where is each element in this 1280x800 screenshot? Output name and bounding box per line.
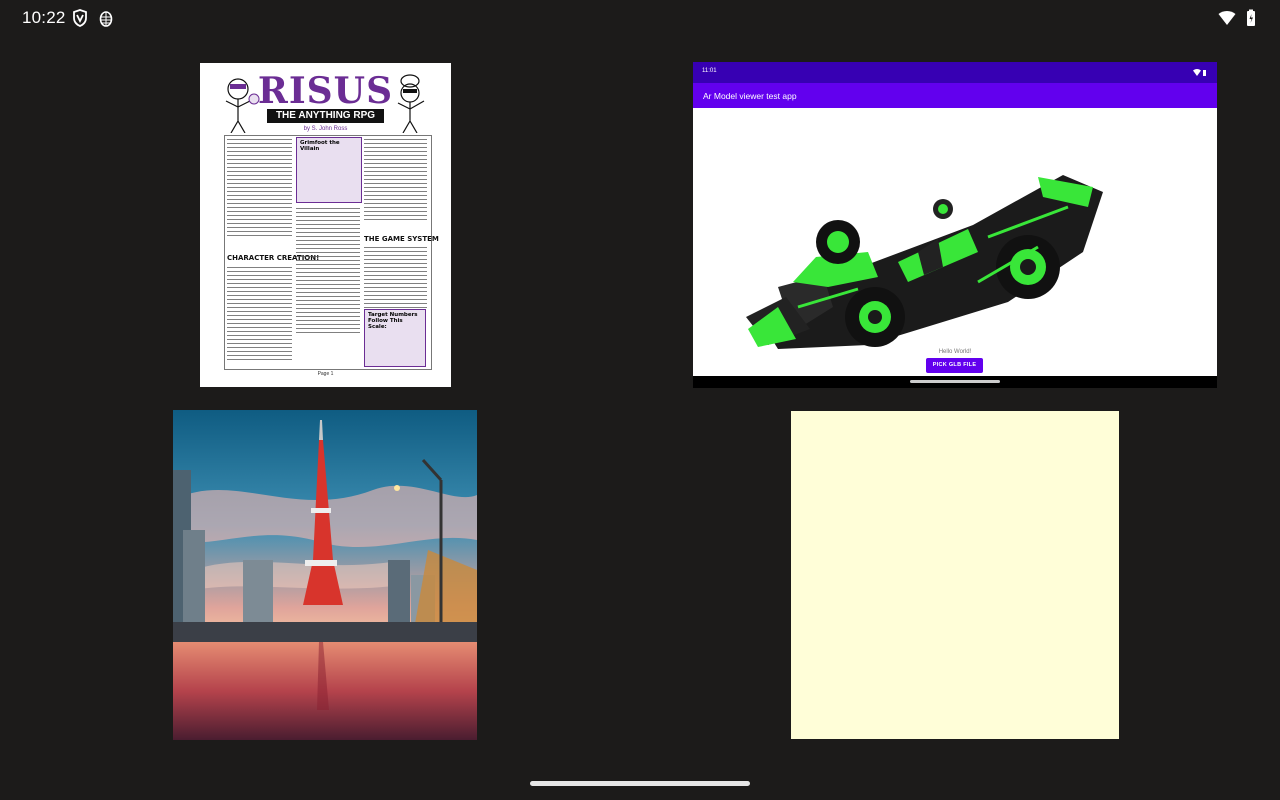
document-subtitle: THE ANYTHING RPG [267,109,384,123]
ar-app-bar: Ar Model viewer test app [693,83,1217,108]
document-thumbnail[interactable]: RISUS THE ANYTHING RPG by S. John Ross C… [200,63,451,387]
status-bar: 10:22 [0,0,1280,36]
ar-status-bar: 11:01 [693,62,1217,83]
text-column-2 [296,208,360,333]
text-column-1b [227,267,292,361]
sidebox-villain: Grimfoot the Villain [296,137,362,203]
home-handle[interactable] [530,781,750,786]
heading-game-system: THE GAME SYSTEM [364,235,439,243]
text-column-3b [364,247,427,309]
ar-status-time: 11:01 [702,68,717,74]
ar-app-title: Ar Model viewer test app [703,91,797,101]
pick-glb-file-button[interactable]: PICK GLB FILE [926,358,983,373]
document-title: RISUS [257,70,394,112]
text-column-1 [227,139,292,237]
document-author: by S. John Ross [303,126,348,132]
photo-illustration [173,410,477,740]
ar-nav-bar [693,376,1217,388]
pinecone-icon [99,9,113,32]
city-tower-photo[interactable] [173,410,477,740]
hello-text: Hello World! [938,349,972,355]
page-number: Page 1 [317,371,334,377]
shield-v-icon [72,9,88,32]
wifi-icon [1218,10,1236,31]
clock: 10:22 [22,8,66,27]
battery-icon [1246,9,1256,32]
ar-status-icons [1193,69,1206,76]
blank-note[interactable] [791,411,1119,739]
text-column-3 [364,139,427,221]
ar-app-thumbnail[interactable]: 11:01 Ar Model viewer test app Hello Wor… [693,62,1217,388]
sidebox-target-numbers: Target Numbers Follow This Scale: [364,309,426,367]
race-car-model[interactable] [738,167,1108,349]
